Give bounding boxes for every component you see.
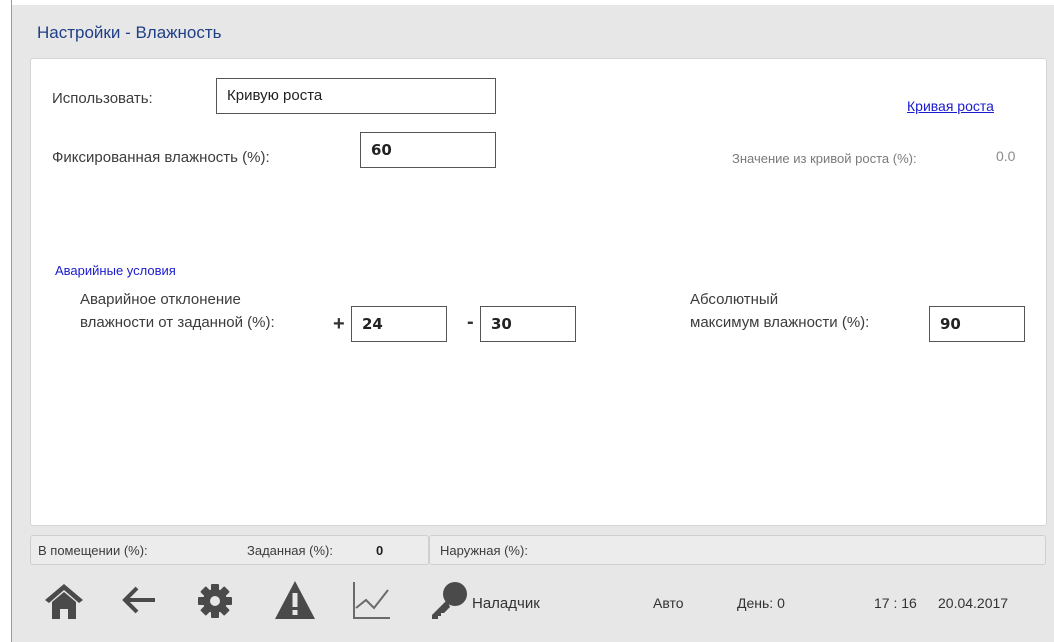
outdoor-label: Наружная (%): [440, 543, 528, 558]
back-arrow-icon[interactable] [119, 578, 159, 627]
abs-max-field[interactable]: 90 [929, 306, 1025, 342]
key-icon[interactable] [427, 578, 471, 627]
deviation-label-line2: влажности от заданной (%): [80, 314, 275, 331]
page-title: Настройки - Влажность [37, 23, 222, 42]
alarm-section-title: Аварийные условия [55, 263, 176, 278]
use-label: Использовать: [52, 90, 153, 107]
app-window: Настройки - Влажность Использовать: Крив… [11, 0, 1054, 642]
status-indoor-target: В помещении (%): Заданная (%): 0 [30, 535, 429, 565]
time-label: 17 : 16 [874, 595, 917, 611]
status-outdoor: Наружная (%): [429, 535, 1046, 565]
plus-sign: + [333, 313, 345, 335]
bottom-nav: Наладчик Авто День: 0 17 : 16 20.04.2017 [12, 578, 1054, 628]
abs-max-label-line2: максимум влажности (%): [690, 314, 870, 331]
mode-label: Авто [653, 595, 684, 611]
fixed-humidity-field[interactable]: 60 [360, 132, 496, 168]
deviation-plus-field[interactable]: 24 [351, 306, 447, 342]
fixed-humidity-label: Фиксированная влажность (%): [52, 149, 270, 166]
chart-icon[interactable] [350, 578, 394, 627]
growth-curve-link[interactable]: Кривая роста [907, 98, 994, 114]
indoor-label: В помещении (%): [38, 543, 148, 558]
abs-max-label-line1: Абсолютный [690, 291, 779, 308]
day-label: День: 0 [737, 595, 785, 611]
use-mode-field[interactable]: Кривую роста [216, 78, 496, 114]
curve-value-label: Значение из кривой роста (%): [732, 151, 917, 166]
home-icon[interactable] [43, 578, 85, 627]
target-value: 0 [376, 543, 384, 558]
warning-icon[interactable] [273, 578, 317, 627]
minus-sign: - [467, 311, 474, 333]
gear-icon[interactable] [195, 578, 235, 627]
settings-panel: Использовать: Кривую роста Кривая роста … [30, 58, 1047, 526]
date-label: 20.04.2017 [938, 595, 1009, 611]
deviation-minus-field[interactable]: 30 [480, 306, 576, 342]
curve-value: 0.0 [996, 148, 1016, 164]
deviation-label-line1: Аварийное отклонение [80, 291, 241, 308]
user-role-button[interactable]: Наладчик [472, 595, 540, 612]
top-strip [12, 0, 1054, 5]
target-label: Заданная (%): [247, 543, 333, 558]
